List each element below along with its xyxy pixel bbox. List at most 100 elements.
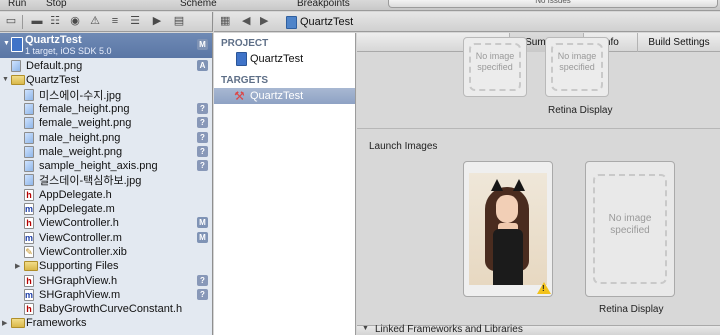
tree-item-label: Frameworks	[26, 317, 87, 330]
image-file-icon	[24, 160, 34, 173]
launch-image-well[interactable]: !	[463, 161, 553, 297]
disclosure-open-icon[interactable]: ▼	[2, 76, 9, 83]
back-icon[interactable]: ◀	[242, 14, 250, 27]
image-file-icon	[24, 174, 34, 187]
project-subtitle: 1 target, iOS SDK 5.0	[25, 46, 112, 56]
disclosure-open-icon[interactable]: ▼	[3, 40, 10, 47]
list-icon[interactable]: ≡	[108, 15, 122, 28]
launch-image-photo	[469, 173, 547, 285]
scheme-label[interactable]: Scheme	[180, 0, 217, 9]
tree-file-row[interactable]: h BabyGrowthCurveConstant.h	[0, 302, 212, 316]
tree-item-label: QuartzTest	[26, 74, 80, 87]
forward-icon[interactable]: ▶	[260, 14, 268, 27]
tree-file-row[interactable]: female_weight.png?	[0, 116, 212, 130]
tree-folder-row[interactable]: ▼ QuartzTest	[0, 73, 212, 87]
retina-app-icon-well[interactable]: No image specified	[545, 37, 609, 97]
tree-file-row[interactable]: male_weight.png?	[0, 145, 212, 159]
tree-item-label: ViewController.h	[39, 217, 119, 230]
project-row[interactable]: ▼ QuartzTest 1 target, iOS SDK 5.0 M	[0, 33, 212, 58]
project-target-list: PROJECT QuartzTest TARGETS ⚒ QuartzTest	[214, 33, 356, 335]
tree-file-row[interactable]: ✎ ViewController.xib	[0, 245, 212, 259]
image-file-icon	[24, 131, 34, 144]
folder-icon	[11, 75, 25, 86]
project-icon	[236, 52, 247, 66]
breakpoint-icon[interactable]: ▶	[150, 15, 164, 28]
related-files-icon[interactable]: ▦	[220, 14, 230, 27]
image-file-icon	[24, 88, 34, 101]
activity-status: No Issues	[388, 0, 718, 8]
tree-file-row[interactable]: h ViewController.h M	[0, 216, 212, 230]
sidebar-toggle-icon[interactable]: ▭	[4, 15, 18, 28]
warning-icon[interactable]: ⚠	[88, 15, 102, 28]
tree-item-label: 미스에이-수지.jpg	[39, 89, 122, 102]
scm-status-badge: ?	[197, 145, 208, 157]
target-editor: Summary Info Build Settings No image spe…	[357, 33, 720, 335]
hierarchy-icon[interactable]: ☷	[48, 15, 62, 28]
jump-bar-file-label: QuartzTest	[300, 16, 354, 28]
header-file-icon: h	[24, 274, 34, 287]
log-icon[interactable]: ☰	[128, 15, 142, 28]
image-file-icon	[11, 60, 21, 72]
folder-icon[interactable]: ▬	[30, 15, 44, 28]
scm-status-badge: M	[197, 231, 208, 243]
tree-item-label: male_height.png	[39, 131, 121, 144]
tree-file-row[interactable]: male_height.png?	[0, 131, 212, 145]
target-item[interactable]: ⚒ QuartzTest	[214, 88, 355, 104]
project-header: PROJECT	[221, 38, 269, 49]
tree-item-label: AppDelegate.m	[39, 203, 115, 215]
disclosure-closed-icon[interactable]: ▶	[2, 319, 7, 327]
search-icon[interactable]: ◉	[68, 15, 82, 28]
tree-item-label: BabyGrowthCurveConstant.h	[39, 303, 183, 316]
tree-file-row[interactable]: 걸스데이-택심하보.jpg	[0, 173, 212, 187]
editor-tab-bar: Summary Info Build Settings	[357, 33, 720, 52]
disclosure-closed-icon[interactable]: ▶	[15, 262, 20, 270]
tree-file-row[interactable]: female_height.png?	[0, 102, 212, 116]
stop-label[interactable]: Stop	[46, 0, 67, 9]
tree-file-row[interactable]: sample_height_axis.png?	[0, 159, 212, 173]
scm-status-badge: ?	[197, 102, 208, 114]
tree-file-row[interactable]: Default.png A	[0, 59, 212, 73]
image-file-icon	[24, 102, 34, 115]
toolbar: Run Stop Scheme Breakpoints No Issues	[0, 0, 720, 11]
tree-folder-row[interactable]: ▶ Frameworks	[0, 316, 212, 330]
target-icon: ⚒	[234, 89, 245, 103]
divider	[22, 15, 23, 29]
tree-file-row[interactable]: m SHGraphView.m?	[0, 288, 212, 302]
linked-frameworks-title: Linked Frameworks and Libraries	[375, 324, 523, 335]
tree-file-row[interactable]: m ViewController.m M	[0, 231, 212, 245]
tree-folder-row[interactable]: ▶ Supporting Files	[0, 259, 212, 273]
tree-file-row[interactable]: h SHGraphView.h?	[0, 274, 212, 288]
project-item[interactable]: QuartzTest	[214, 51, 355, 67]
xib-file-icon: ✎	[24, 245, 34, 258]
linked-frameworks-section[interactable]: ▼ Linked Frameworks and Libraries	[357, 324, 720, 335]
run-label[interactable]: Run	[8, 0, 26, 9]
scm-status-badge: A	[197, 60, 208, 71]
photo-ear-right	[513, 179, 525, 191]
tree-item-label: Supporting Files	[39, 260, 119, 273]
header-file-icon: h	[24, 217, 34, 230]
jump-bar-file[interactable]: QuartzTest	[286, 15, 353, 29]
project-item-label: QuartzTest	[250, 53, 304, 65]
tree-item-label: ViewController.xib	[39, 245, 127, 258]
header-file-icon: h	[24, 303, 34, 316]
app-icon-well[interactable]: No image specified	[463, 37, 527, 97]
scm-status-badge: ?	[197, 288, 208, 300]
tree-file-row[interactable]: m AppDelegate.m	[0, 202, 212, 216]
tab-build-settings[interactable]: Build Settings	[637, 33, 720, 52]
breakpoints-label[interactable]: Breakpoints	[297, 0, 350, 9]
targets-header: TARGETS	[221, 75, 269, 86]
tree-file-row[interactable]: h AppDelegate.h	[0, 188, 212, 202]
jump-bar: ▦ ◀ ▶ QuartzTest	[214, 12, 720, 32]
folder-icon	[24, 261, 38, 272]
photo-dress	[493, 229, 523, 285]
retina-launch-image-well[interactable]: No image specified	[585, 161, 675, 297]
implementation-file-icon: m	[24, 231, 34, 244]
no-image-placeholder: No image specified	[469, 43, 521, 91]
image-file-icon	[24, 117, 34, 130]
photo-ear-left	[491, 179, 503, 191]
disclosure-open-icon[interactable]: ▼	[362, 325, 369, 332]
log-list-icon[interactable]: ▤	[172, 15, 186, 28]
warning-exclamation: !	[542, 284, 545, 293]
section-divider	[357, 128, 720, 129]
tree-file-row[interactable]: 미스에이-수지.jpg	[0, 88, 212, 102]
